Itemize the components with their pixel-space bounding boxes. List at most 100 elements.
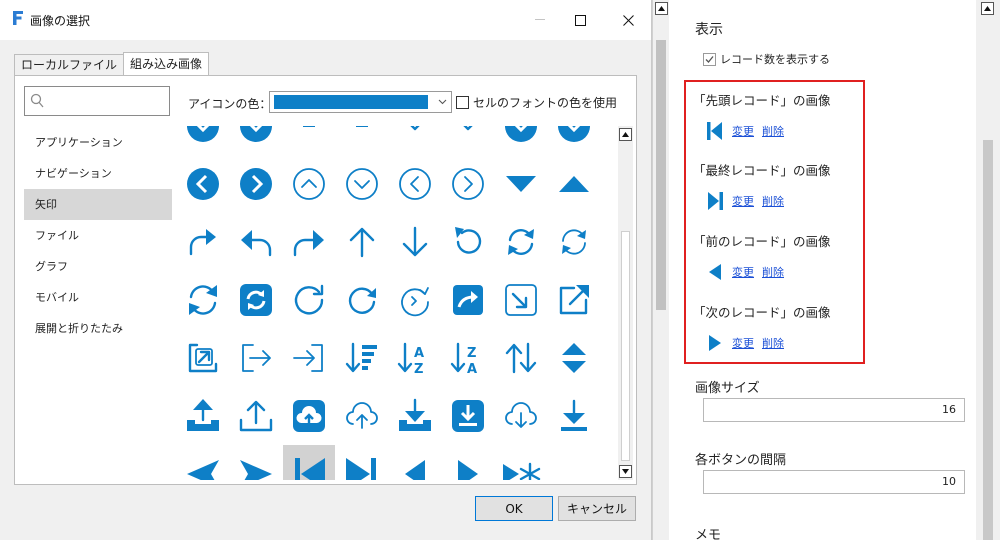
icon-cell[interactable]: [442, 271, 494, 329]
icon-cell[interactable]: [389, 445, 441, 480]
delete-button[interactable]: 削除: [762, 123, 784, 139]
icon-cell[interactable]: [389, 387, 441, 445]
checkbox-checked-icon[interactable]: [703, 52, 716, 66]
delete-button[interactable]: 削除: [762, 335, 784, 351]
icon-cell[interactable]: [336, 387, 388, 445]
icon-cell[interactable]: [336, 126, 388, 155]
icon-color-dropdown[interactable]: [269, 91, 452, 113]
search-input[interactable]: [24, 86, 170, 116]
icon-cell[interactable]: [230, 329, 282, 387]
icon-cell[interactable]: [177, 387, 229, 445]
scrollbar-thumb[interactable]: [656, 40, 666, 310]
icon-cell[interactable]: [389, 271, 441, 329]
delete-button[interactable]: 削除: [762, 193, 784, 209]
icon-cell[interactable]: [548, 329, 600, 387]
icon-cell[interactable]: [177, 213, 229, 271]
category-item-arrows[interactable]: 矢印: [24, 189, 172, 220]
delete-button[interactable]: 削除: [762, 264, 784, 280]
icon-cell[interactable]: [177, 155, 229, 213]
icon-cell[interactable]: [442, 445, 494, 480]
scroll-up-button[interactable]: [981, 2, 994, 15]
icon-cell[interactable]: [548, 387, 600, 445]
maximize-button[interactable]: [560, 6, 600, 34]
icon-cell[interactable]: [230, 126, 282, 155]
icon-cell[interactable]: [230, 387, 282, 445]
icon-cell[interactable]: [495, 271, 547, 329]
scroll-up-button[interactable]: [655, 2, 668, 15]
icon-cell[interactable]: [230, 155, 282, 213]
icon-cell[interactable]: [495, 155, 547, 213]
tab-builtin-images[interactable]: 組み込み画像: [123, 52, 210, 77]
use-font-color-option[interactable]: セルのフォントの色を使用: [456, 94, 617, 111]
download-bar-icon: [561, 399, 587, 431]
icon-cell[interactable]: [442, 213, 494, 271]
icon-cell[interactable]: [442, 126, 494, 155]
change-button[interactable]: 変更: [732, 193, 754, 209]
minimize-button[interactable]: [520, 6, 560, 34]
category-item-mobile[interactable]: モバイル: [24, 282, 172, 313]
icon-cell[interactable]: [548, 271, 600, 329]
icon-cell[interactable]: [177, 329, 229, 387]
icon-cell[interactable]: [283, 213, 335, 271]
icon-cell[interactable]: [495, 445, 547, 480]
icon-cell[interactable]: [495, 126, 547, 155]
category-item-chart[interactable]: グラフ: [24, 251, 172, 282]
icon-cell[interactable]: [442, 155, 494, 213]
change-button[interactable]: 変更: [732, 264, 754, 280]
icon-cell[interactable]: [336, 329, 388, 387]
icon-cell[interactable]: [283, 126, 335, 155]
category-item-file[interactable]: ファイル: [24, 220, 172, 251]
minimize-icon: [535, 19, 545, 20]
change-button[interactable]: 変更: [732, 335, 754, 351]
change-button[interactable]: 変更: [732, 123, 754, 139]
icon-cell[interactable]: [283, 387, 335, 445]
icon-cell[interactable]: [548, 213, 600, 271]
scroll-up-button[interactable]: [619, 128, 632, 141]
icon-cell[interactable]: [336, 213, 388, 271]
icon-cell[interactable]: [177, 445, 229, 480]
icon-cell[interactable]: [336, 445, 388, 480]
icon-cell[interactable]: [495, 213, 547, 271]
close-icon: [622, 14, 634, 26]
circle-chevron-right-icon: [240, 168, 272, 200]
icon-cell[interactable]: [177, 271, 229, 329]
category-item-expand-collapse[interactable]: 展開と折りたたみ: [24, 313, 172, 344]
category-item-navigation[interactable]: ナビゲーション: [24, 158, 172, 189]
ok-button[interactable]: OK: [475, 496, 553, 521]
icon-cell[interactable]: [389, 155, 441, 213]
property-panel-scrollbar[interactable]: [976, 0, 1000, 540]
icon-cell[interactable]: [177, 126, 229, 155]
scroll-down-button[interactable]: [619, 465, 632, 478]
icon-cell[interactable]: [230, 445, 282, 480]
use-font-color-checkbox[interactable]: [456, 96, 469, 109]
close-button[interactable]: [608, 6, 648, 34]
icon-cell[interactable]: [495, 329, 547, 387]
tab-local-file[interactable]: ローカルファイル: [14, 54, 125, 76]
icon-cell[interactable]: ZA: [442, 329, 494, 387]
icon-cell[interactable]: [336, 271, 388, 329]
icon-cell[interactable]: [389, 213, 441, 271]
icon-cell[interactable]: [230, 213, 282, 271]
button-spacing-input[interactable]: 10: [703, 470, 965, 494]
scrollbar-thumb[interactable]: [983, 140, 993, 540]
icon-cell[interactable]: [283, 271, 335, 329]
scrollbar-thumb[interactable]: [621, 231, 630, 461]
icon-cell[interactable]: [495, 387, 547, 445]
icon-cell[interactable]: [283, 329, 335, 387]
icon-cell[interactable]: [548, 126, 600, 155]
icon-cell[interactable]: [230, 271, 282, 329]
icon-cell[interactable]: [283, 155, 335, 213]
cancel-button[interactable]: キャンセル: [558, 496, 636, 521]
icon-cell[interactable]: [283, 445, 335, 480]
icon-cell[interactable]: [336, 155, 388, 213]
icon-cell[interactable]: [548, 155, 600, 213]
dialog-side-scrollbar[interactable]: [652, 0, 669, 540]
icon-grid-scrollbar[interactable]: [618, 126, 633, 480]
category-item-application[interactable]: アプリケーション: [24, 127, 172, 158]
icon-cell[interactable]: AZ: [389, 329, 441, 387]
icon-cell[interactable]: [389, 126, 441, 155]
icon-cell[interactable]: [442, 387, 494, 445]
show-record-count-option[interactable]: レコード数を表示する: [703, 51, 830, 67]
chevron-down-icon: [410, 126, 420, 131]
image-size-input[interactable]: 16: [703, 398, 965, 422]
